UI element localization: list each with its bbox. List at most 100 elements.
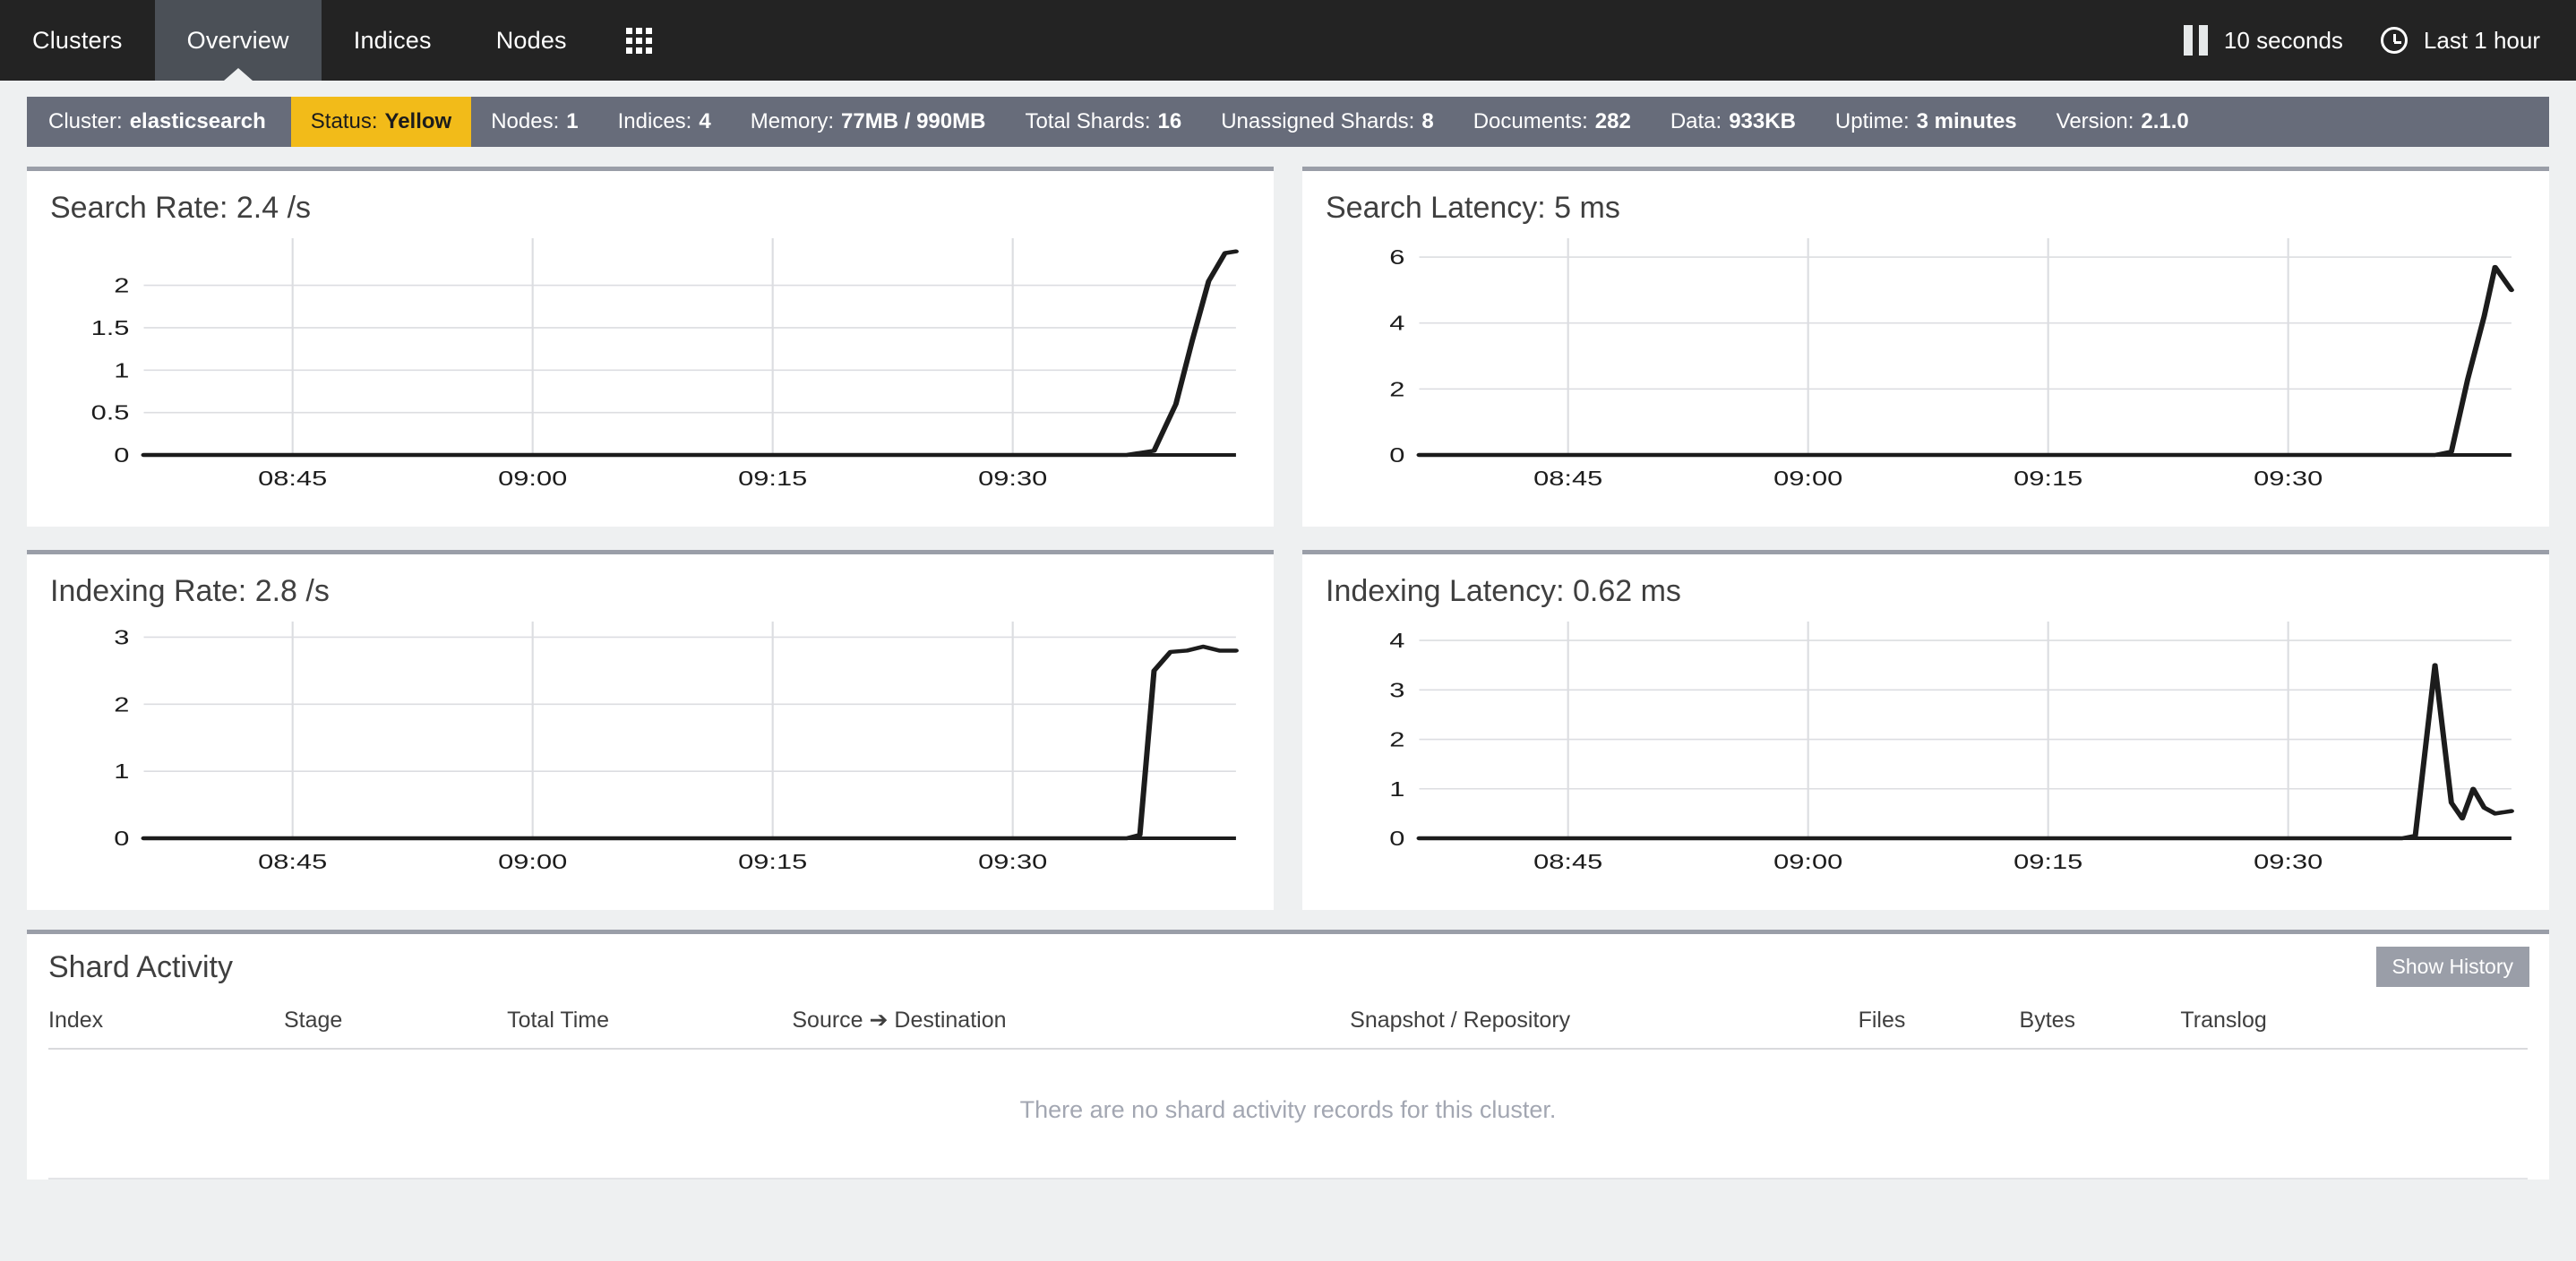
y-axis-tick-label: 6	[1389, 245, 1404, 269]
status-cell-unassigned-shards: Unassigned Shards: 8	[1201, 97, 1454, 147]
column-header-translog[interactable]: Translog	[2180, 1001, 2528, 1050]
show-history-button[interactable]: Show History	[2375, 947, 2529, 987]
x-axis-tick-label: 09:30	[2254, 850, 2323, 873]
status-cell-label: Nodes:	[491, 109, 560, 133]
status-cell-value: Yellow	[384, 109, 452, 133]
panel-title: Search Rate: 2.4 /s	[50, 191, 312, 225]
column-header-source-destination[interactable]: Source ➔ Destination	[792, 1001, 1351, 1050]
y-axis-tick-label: 4	[1389, 629, 1404, 652]
refresh-interval-control[interactable]: 10 seconds	[2169, 25, 2357, 56]
x-axis-tick-label: 09:15	[738, 467, 807, 490]
nav-controls: 10 seconds Last 1 hour	[2169, 0, 2576, 81]
y-axis-tick-label: 2	[114, 692, 129, 716]
y-axis-tick-label: 0	[1389, 443, 1404, 467]
y-axis-tick-label: 2	[1389, 727, 1404, 751]
y-axis-tick-label: 3	[1389, 678, 1404, 701]
column-header-stage[interactable]: Stage	[283, 1001, 508, 1050]
apps-grid-button[interactable]	[599, 0, 679, 81]
y-axis-tick-label: 3	[114, 625, 129, 648]
shard-activity-panel: Shard Activity Show History Index Stage …	[27, 930, 2549, 1180]
status-cell-label: Status:	[310, 109, 378, 133]
y-axis-tick-label: 1	[114, 759, 129, 783]
panel-indexing-latency: Indexing Latency: 0.62 ms 0 1 2 3 4 08:45 09:0…	[1302, 550, 2549, 910]
x-axis-tick-label: 09:00	[1773, 850, 1842, 873]
chart-series-line	[141, 249, 1239, 458]
y-axis-tick-label: 1	[1389, 777, 1404, 801]
y-axis-tick-label: 0	[1389, 827, 1404, 850]
x-axis-tick-label: 09:30	[2254, 467, 2323, 490]
status-cell-cluster: Cluster: elasticsearch	[27, 97, 291, 147]
y-axis-tick-label: 2	[114, 273, 129, 296]
status-cell-label: Memory:	[750, 109, 835, 133]
nav-item-label: Indices	[353, 26, 432, 54]
status-cell-value: 1	[566, 109, 579, 133]
status-cell-value: 4	[699, 109, 711, 133]
chart-search-latency[interactable]: 0 2 4 6 08:45 09:00 09:15 09:30	[1326, 235, 2526, 503]
shard-activity-wrapper: Shard Activity Show History Index Stage …	[0, 910, 2576, 1180]
chart-indexing-latency[interactable]: 0 1 2 3 4 08:45 09:00 09:15 09:30	[1326, 618, 2526, 887]
column-header-index[interactable]: Index	[48, 1001, 284, 1050]
shard-activity-header: Shard Activity	[48, 950, 2528, 985]
time-range-control[interactable]: Last 1 hour	[2366, 27, 2555, 55]
nav-item-nodes[interactable]: Nodes	[464, 0, 599, 81]
x-axis-tick-label: 09:15	[738, 850, 807, 873]
status-cell-label: Uptime:	[1834, 109, 1910, 133]
cluster-status-bar-wrapper: Cluster: elasticsearch Status: Yellow Nodes:…	[0, 81, 2576, 147]
panel-title: Indexing Rate: 2.8 /s	[50, 574, 330, 608]
top-navbar: Clusters Overview Indices Nodes 10 secon…	[0, 0, 2576, 81]
status-cell-value: 77MB / 990MB	[841, 109, 986, 133]
column-header-bytes[interactable]: Bytes	[2019, 1001, 2181, 1050]
empty-state-message: There are no shard activity records for …	[48, 1049, 2528, 1180]
column-header-snapshot-repository[interactable]: Snapshot / Repository	[1350, 1001, 1859, 1050]
x-axis-tick-label: 08:45	[258, 467, 327, 490]
status-cell-value: elasticsearch	[129, 109, 266, 133]
status-cell-version: Version: 2.1.0	[2037, 97, 2209, 147]
apps-grid-icon	[625, 27, 652, 54]
x-axis-tick-label: 09:00	[498, 467, 567, 490]
status-cell-label: Documents:	[1473, 109, 1588, 133]
status-cell-value: 933KB	[1729, 109, 1796, 133]
y-axis-tick-label: 1.5	[91, 316, 130, 339]
status-cell-indices: Indices: 4	[598, 97, 731, 147]
column-header-total-time[interactable]: Total Time	[507, 1001, 793, 1050]
status-cell-documents: Documents: 282	[1454, 97, 1651, 147]
nav-item-label: Overview	[186, 26, 289, 54]
table-header: Index Stage Total Time Source ➔ Destinat…	[48, 1001, 2528, 1050]
x-axis-tick-label: 09:30	[978, 467, 1047, 490]
chart-series-line	[1416, 663, 2514, 841]
status-cell-label: Unassigned Shards:	[1221, 109, 1415, 133]
x-axis-tick-label: 08:45	[1533, 467, 1602, 490]
panel-title: Indexing Latency: 0.62 ms	[1326, 574, 1681, 608]
column-header-files[interactable]: Files	[1858, 1001, 2020, 1050]
chart-search-rate[interactable]: 0 0.5 1 1.5 2 08:45 09:00 09:15 09:30	[50, 235, 1250, 503]
y-axis-tick-label: 0	[114, 443, 129, 467]
nav-items: Clusters Overview Indices Nodes	[0, 0, 679, 81]
shard-activity-title: Shard Activity	[48, 950, 233, 984]
panel-title: Search Latency: 5 ms	[1326, 191, 1620, 225]
status-cell-label: Total Shards:	[1025, 109, 1151, 133]
status-cell-value: 16	[1157, 109, 1182, 133]
status-cell-label: Data:	[1670, 109, 1722, 133]
status-cell-memory: Memory: 77MB / 990MB	[731, 97, 1006, 147]
y-axis-tick-label: 2	[1389, 377, 1404, 400]
x-axis-tick-label: 09:15	[2014, 850, 2082, 873]
y-axis-tick-label: 1	[114, 358, 129, 382]
table-empty-row: There are no shard activity records for …	[48, 1049, 2528, 1180]
table-body: There are no shard activity records for …	[48, 1049, 2528, 1180]
table-header-row: Index Stage Total Time Source ➔ Destinat…	[48, 1001, 2528, 1050]
nav-item-indices[interactable]: Indices	[322, 0, 464, 81]
panel-search-latency: Search Latency: 5 ms 0 2 4 6 08:45 09:00 09:15…	[1302, 167, 2549, 527]
nav-item-clusters[interactable]: Clusters	[0, 0, 155, 81]
nav-item-overview[interactable]: Overview	[154, 0, 322, 81]
status-cell-data: Data: 933KB	[1651, 97, 1816, 147]
y-axis-tick-label: 4	[1389, 312, 1404, 335]
status-cell-value: 8	[1421, 109, 1434, 133]
y-axis-tick-label: 0.5	[91, 401, 130, 425]
status-cell-label: Indices:	[617, 109, 692, 133]
pause-icon	[2183, 25, 2208, 56]
status-cell-status: Status: Yellow	[290, 97, 472, 147]
status-cell-value: 282	[1594, 109, 1631, 133]
chart-indexing-rate[interactable]: 0 1 2 3 08:45 09:00 09:15 09:30	[50, 618, 1250, 887]
x-axis-tick-label: 09:00	[1773, 467, 1842, 490]
status-cell-value: 2.1.0	[2141, 109, 2189, 133]
